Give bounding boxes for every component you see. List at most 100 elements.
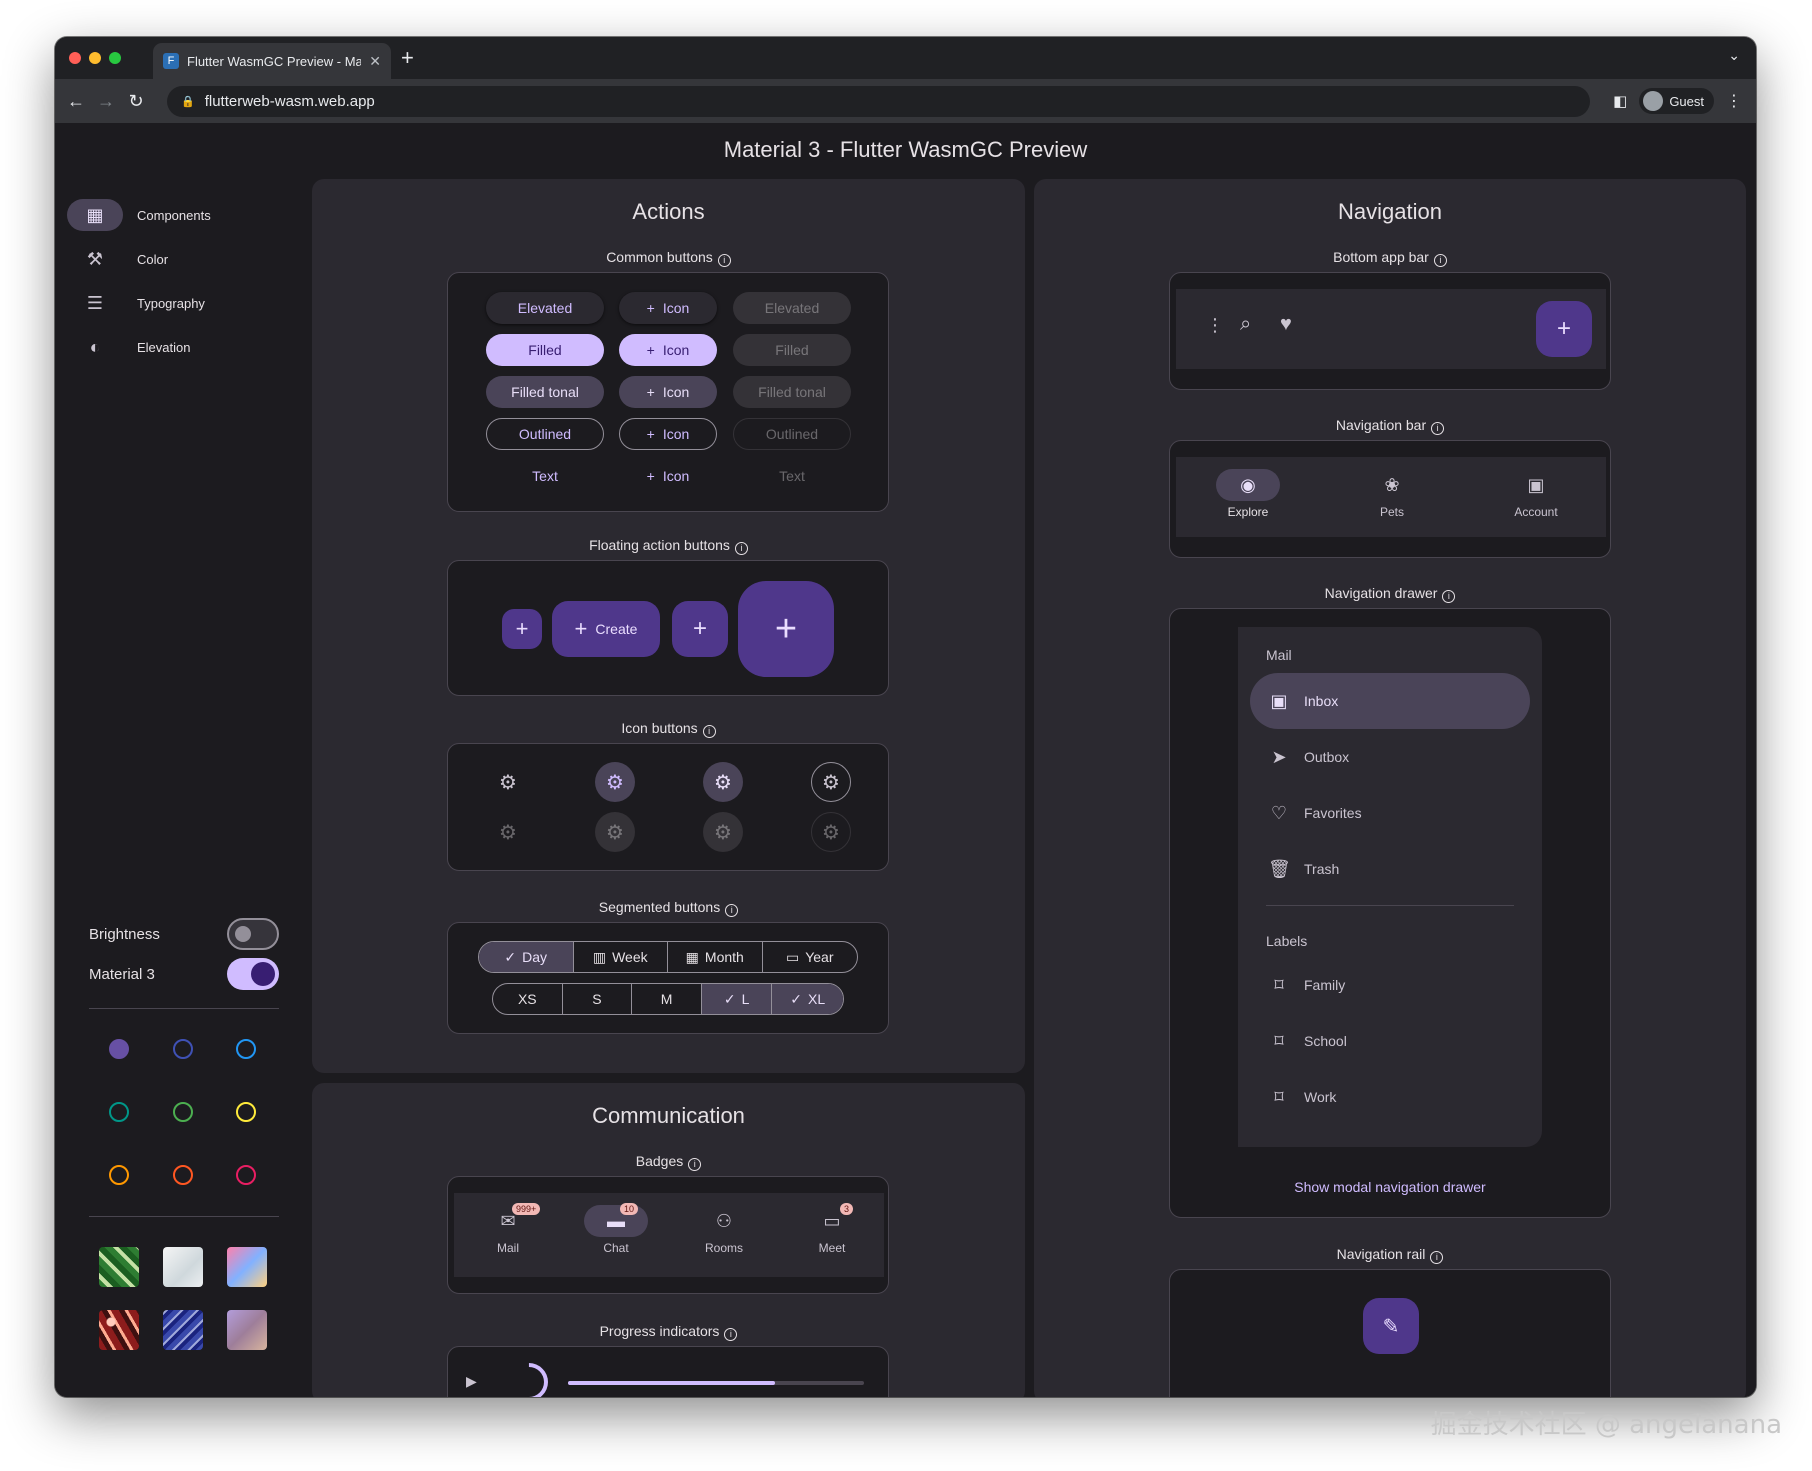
color-seed-swatch[interactable] bbox=[173, 1039, 193, 1059]
favorite-icon[interactable]: ♥ bbox=[1280, 313, 1292, 336]
drawer-item-favorites[interactable]: ♡ Favorites bbox=[1250, 785, 1530, 841]
color-seed-swatch[interactable] bbox=[109, 1102, 129, 1122]
segment-xl[interactable]: ✓ XL bbox=[772, 984, 843, 1014]
info-icon[interactable]: i bbox=[1433, 254, 1447, 267]
outlined-button[interactable]: Outlined bbox=[486, 418, 604, 450]
reload-icon[interactable]: ↻ bbox=[121, 91, 151, 112]
rail-item-label: Components bbox=[137, 207, 211, 223]
profile-button[interactable]: Guest bbox=[1639, 88, 1714, 114]
image-seed-mauve[interactable] bbox=[227, 1310, 267, 1350]
side-panel-icon[interactable]: ◧ bbox=[1613, 92, 1627, 110]
segment-xs[interactable]: XS bbox=[493, 984, 563, 1014]
badge-dest-rooms[interactable]: ⚇ Rooms bbox=[692, 1205, 756, 1256]
small-fab[interactable]: + bbox=[502, 609, 542, 649]
info-icon[interactable]: i bbox=[702, 725, 716, 738]
large-fab[interactable]: + bbox=[738, 581, 834, 677]
more-vert-icon[interactable]: ⋮ bbox=[1726, 91, 1742, 111]
extended-fab[interactable]: + Create bbox=[552, 601, 660, 657]
navigation-bar-card: ◉ Explore ❀ Pets ▣ Account bbox=[1169, 440, 1611, 558]
color-seed-swatch[interactable] bbox=[173, 1102, 193, 1122]
navigation-rail-card: ✎ bbox=[1169, 1269, 1611, 1397]
segment-month[interactable]: ▦ Month bbox=[668, 942, 763, 972]
info-icon[interactable]: i bbox=[734, 542, 748, 555]
navigation-rail-fab[interactable]: ✎ bbox=[1363, 1298, 1419, 1354]
filled-button[interactable]: Filled bbox=[486, 334, 604, 366]
image-seed-leaves[interactable] bbox=[99, 1247, 139, 1287]
show-modal-drawer-button[interactable]: Show modal navigation drawer bbox=[1170, 1179, 1610, 1195]
forward-icon[interactable]: → bbox=[91, 91, 121, 112]
info-icon[interactable]: i bbox=[1431, 422, 1445, 435]
bottom-app-bar-fab[interactable]: + bbox=[1536, 301, 1592, 357]
brightness-switch[interactable] bbox=[227, 918, 279, 950]
settings-tonal-icon-button[interactable]: ⚙ bbox=[703, 762, 743, 802]
mail-badge: 999+ bbox=[512, 1203, 541, 1215]
filled-icon-button[interactable]: + Icon bbox=[619, 334, 717, 366]
rail-item-components[interactable]: ▦ Components bbox=[67, 193, 277, 237]
segment-l[interactable]: ✓ L bbox=[701, 984, 773, 1014]
settings-icon-button[interactable]: ⚙ bbox=[488, 762, 528, 802]
color-seed-swatch[interactable] bbox=[236, 1039, 256, 1059]
article-icon: ☰ bbox=[86, 292, 104, 313]
inbox-icon: ▣ bbox=[1270, 690, 1288, 711]
segment-m[interactable]: M bbox=[632, 984, 702, 1014]
tab-search-chevron-icon[interactable]: ⌄ bbox=[1728, 47, 1740, 64]
drawer-item-family[interactable]: ⌑ Family bbox=[1250, 957, 1530, 1013]
color-seed-swatch[interactable] bbox=[236, 1102, 256, 1122]
elevated-icon-button[interactable]: + Icon bbox=[619, 292, 717, 324]
nav-dest-explore[interactable]: ◉ Explore bbox=[1216, 469, 1280, 519]
segment-day[interactable]: ✓ Day bbox=[479, 942, 574, 972]
drawer-item-work[interactable]: ⌑ Work bbox=[1250, 1069, 1530, 1125]
drawer-item-school[interactable]: ⌑ School bbox=[1250, 1013, 1530, 1069]
material3-switch[interactable] bbox=[227, 958, 279, 990]
filled-tonal-icon-button[interactable]: + Icon bbox=[619, 376, 717, 408]
segment-year[interactable]: ▭ Year bbox=[763, 942, 858, 972]
elevated-button[interactable]: Elevated bbox=[486, 292, 604, 324]
settings-outlined-icon-button[interactable]: ⚙ bbox=[811, 762, 851, 802]
more-vert-icon[interactable]: ⋮ bbox=[1206, 315, 1224, 336]
color-seed-swatch[interactable] bbox=[109, 1039, 129, 1059]
settings-filled-icon-button[interactable]: ⚙ bbox=[595, 762, 635, 802]
meet-badge: 3 bbox=[840, 1203, 854, 1215]
info-icon[interactable]: i bbox=[688, 1158, 702, 1171]
outlined-icon-button[interactable]: + Icon bbox=[619, 418, 717, 450]
nav-dest-pets[interactable]: ❀ Pets bbox=[1360, 469, 1424, 520]
filled-tonal-button[interactable]: Filled tonal bbox=[486, 376, 604, 408]
image-seed-light[interactable] bbox=[163, 1247, 203, 1287]
color-seed-swatch[interactable] bbox=[109, 1165, 129, 1185]
fab[interactable]: + bbox=[672, 601, 728, 657]
image-seed-stripes[interactable] bbox=[163, 1310, 203, 1350]
info-icon[interactable]: i bbox=[724, 1328, 738, 1341]
new-tab-icon[interactable]: + bbox=[401, 45, 414, 71]
text-icon-button[interactable]: + Icon bbox=[619, 460, 717, 492]
rail-item-elevation[interactable]: ◐ Elevation bbox=[67, 325, 277, 369]
badge-dest-mail[interactable]: ✉ 999+ Mail bbox=[476, 1203, 541, 1255]
maximize-window-button[interactable] bbox=[109, 52, 121, 64]
info-icon[interactable]: i bbox=[717, 254, 731, 267]
search-icon[interactable]: ⌕ bbox=[1240, 313, 1251, 336]
back-icon[interactable]: ← bbox=[61, 91, 91, 112]
image-seed-floral[interactable] bbox=[99, 1310, 139, 1350]
badge-dest-chat[interactable]: ▬ 10 Chat bbox=[584, 1203, 648, 1255]
drawer-item-outbox[interactable]: ➤ Outbox bbox=[1250, 729, 1530, 785]
rail-item-typography[interactable]: ☰ Typography bbox=[67, 281, 277, 325]
drawer-item-inbox[interactable]: ▣ Inbox bbox=[1250, 673, 1530, 729]
text-button[interactable]: Text bbox=[486, 460, 604, 492]
info-icon[interactable]: i bbox=[725, 904, 739, 917]
badge-dest-meet[interactable]: ▭ 3 Meet bbox=[800, 1203, 864, 1255]
nav-dest-account[interactable]: ▣ Account bbox=[1504, 469, 1568, 520]
drawer-item-trash[interactable]: 🗑 Trash bbox=[1250, 841, 1530, 897]
segment-week[interactable]: ▥ Week bbox=[574, 942, 668, 972]
browser-tab[interactable]: F Flutter WasmGC Preview - Ma ✕ bbox=[153, 43, 391, 79]
info-icon[interactable]: i bbox=[1442, 590, 1456, 603]
info-icon[interactable]: i bbox=[1430, 1251, 1444, 1264]
color-seed-swatch[interactable] bbox=[236, 1165, 256, 1185]
segment-s[interactable]: S bbox=[563, 984, 633, 1014]
image-seed-gradient[interactable] bbox=[227, 1247, 267, 1287]
close-tab-icon[interactable]: ✕ bbox=[369, 53, 381, 70]
address-bar[interactable]: 🔒 flutterweb-wasm.web.app bbox=[167, 86, 1590, 117]
close-window-button[interactable] bbox=[69, 52, 81, 64]
color-seed-swatch[interactable] bbox=[173, 1165, 193, 1185]
rail-item-color[interactable]: ⚒ Color bbox=[67, 237, 277, 281]
play-icon[interactable]: ▶ bbox=[466, 1373, 477, 1390]
minimize-window-button[interactable] bbox=[89, 52, 101, 64]
